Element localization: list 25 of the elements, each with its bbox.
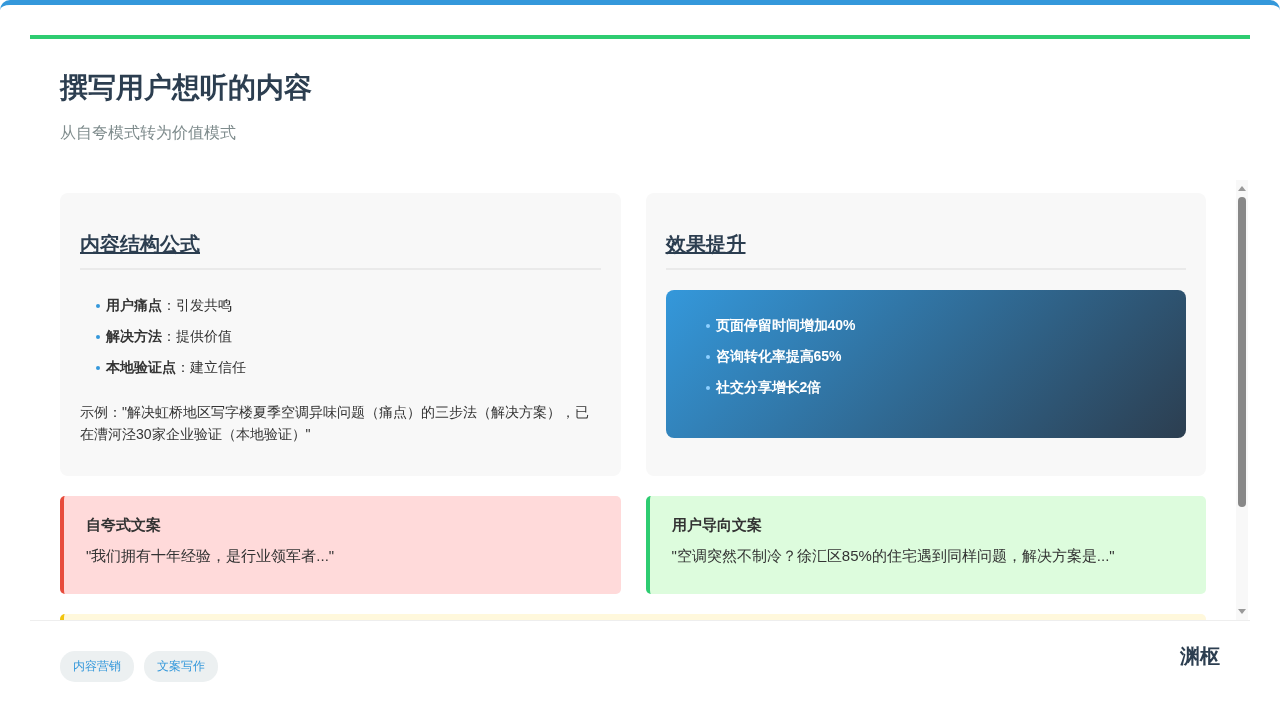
comparison-title: 用户导向文案 — [671, 516, 763, 535]
bullet-icon — [96, 334, 100, 339]
card-heading: 效果提升 — [665, 232, 746, 257]
page-subtitle: 从自夸模式转为价值模式 — [60, 123, 236, 143]
bullet-icon — [96, 303, 100, 308]
brand-logo: 渊枢 — [1180, 643, 1220, 670]
example-text: 示例："解决虹桥地区写字楼夏季空调异味问题（痛点）的三步法（解决方案），已在漕河泾30家企业验证（本地验证）" — [80, 403, 590, 445]
list-item: 解决方法：提供价值 — [106, 327, 232, 346]
tag[interactable]: 文案写作 — [144, 651, 218, 682]
comparison-quote: "我们拥有十年经验，是行业领军者..." — [86, 547, 336, 566]
comparison-quote: "空调突然不制冷？徐汇区85%的住宅遇到同样问题，解决方案是..." — [671, 547, 1116, 566]
scrollbar[interactable] — [1236, 180, 1248, 620]
bullet-icon — [705, 354, 710, 359]
stat-item: 社交分享增长2倍 — [715, 378, 822, 397]
list-item: 本地验证点：建立信任 — [106, 358, 246, 377]
bullet-icon — [705, 323, 710, 328]
stat-item: 咨询转化率提高65% — [715, 347, 842, 366]
card-heading: 内容结构公式 — [80, 232, 200, 257]
stat-item: 页面停留时间增加40% — [715, 316, 856, 335]
tag[interactable]: 内容营销 — [60, 651, 134, 682]
bullet-icon — [705, 385, 710, 390]
bullet-icon — [96, 365, 100, 370]
list-item: 用户痛点：引发共鸣 — [106, 296, 232, 315]
comparison-title: 自夸式文案 — [86, 516, 162, 535]
page-title: 撰写用户想听的内容 — [60, 71, 313, 105]
